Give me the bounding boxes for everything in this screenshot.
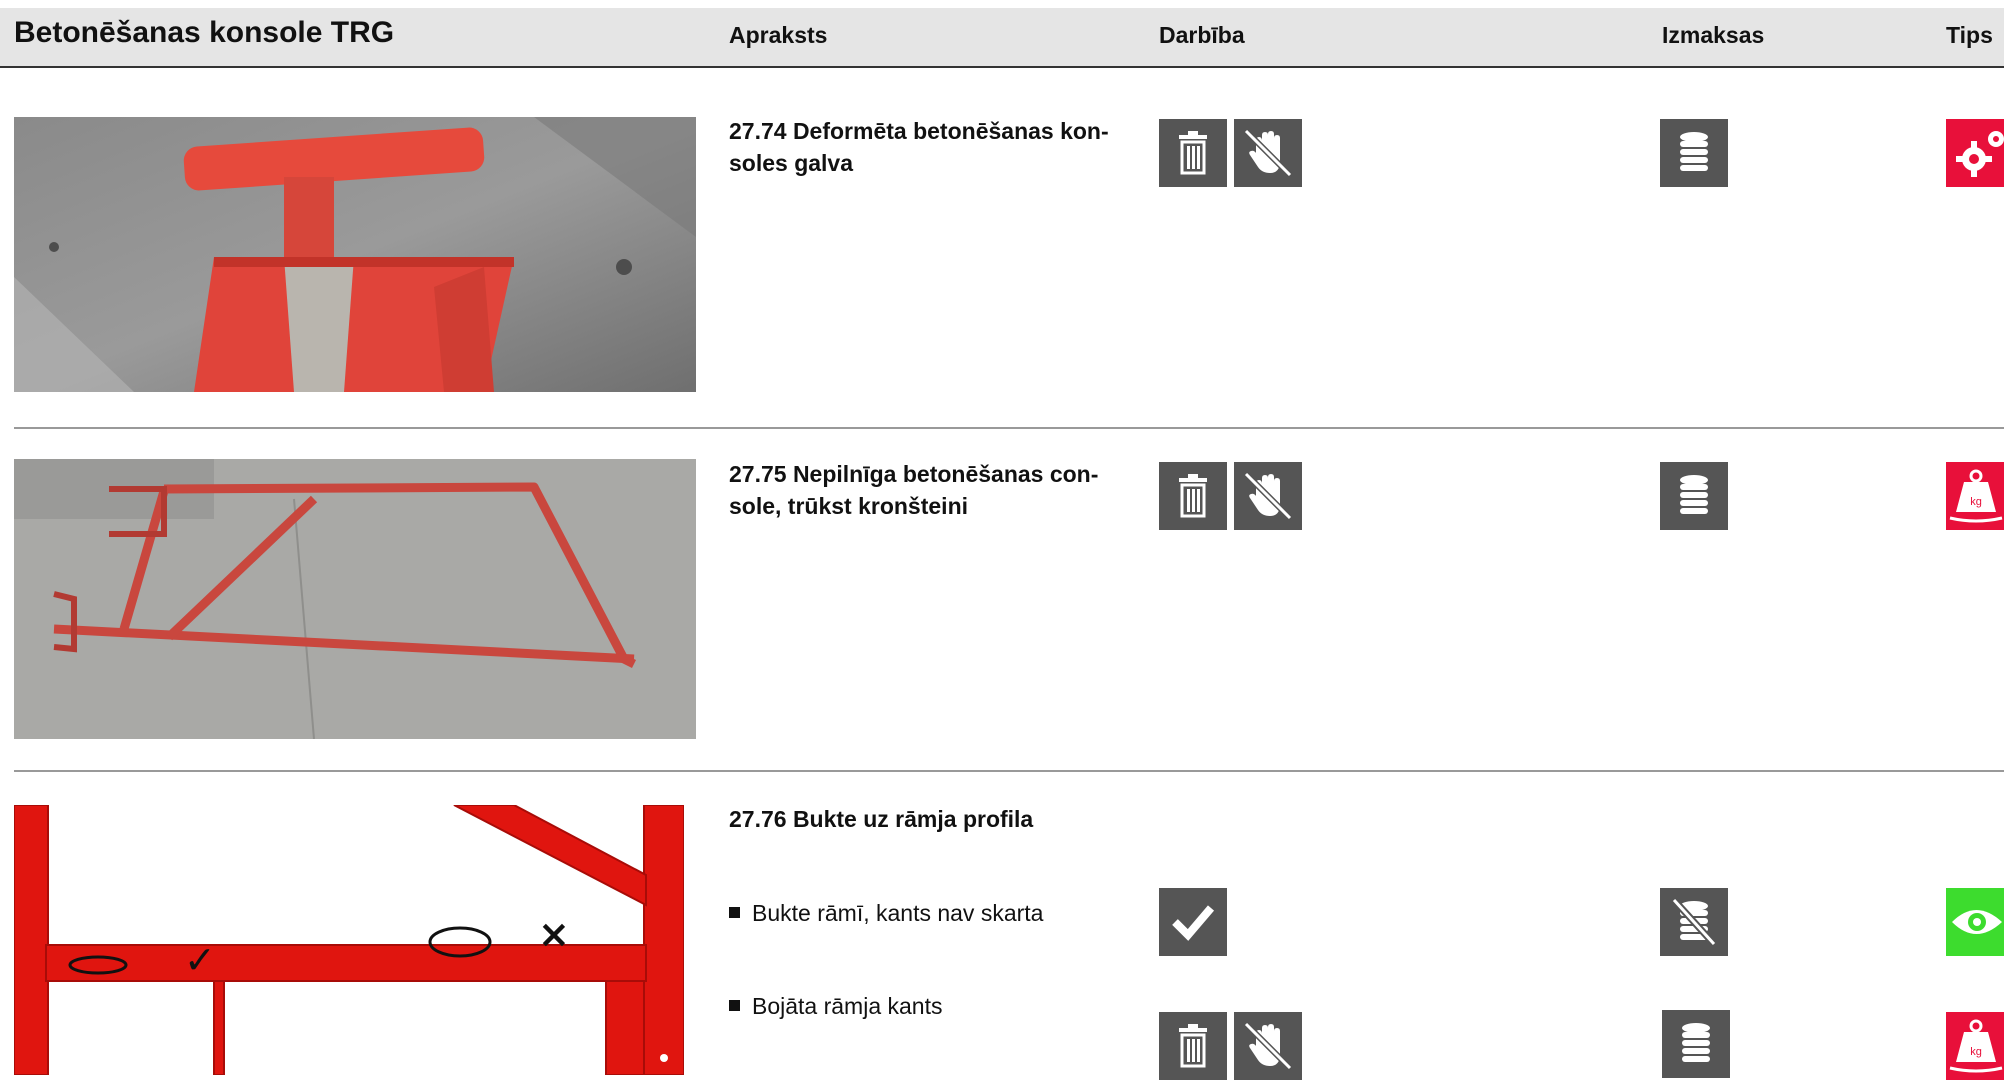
eye-icon — [1946, 888, 2004, 956]
description-line: sole, trūkst kronšteini — [729, 493, 969, 519]
row-description: 27.76 Bukte uz rāmja profila — [729, 806, 1034, 832]
column-header-cost: Izmaksas — [1662, 22, 1765, 48]
column-header-description: Apraksts — [729, 22, 828, 48]
description-line: 27.75 Nepilnīga betonēšanas con- — [729, 461, 1099, 487]
coins-icon — [1660, 462, 1728, 530]
no-hand-icon[interactable] — [1234, 1012, 1302, 1080]
coins-icon — [1662, 1010, 1730, 1078]
description-line: 27.74 Deformēta betonēšanas kon- — [729, 118, 1109, 144]
bullet-square — [729, 1000, 740, 1011]
column-header-tip: Tips — [1946, 22, 1993, 48]
weight-icon: kg — [1946, 462, 2004, 530]
list-item-label: Bojāta rāmja kants — [752, 993, 943, 1019]
photo-deformed-console-head — [14, 117, 696, 392]
photo-incomplete-console — [14, 459, 696, 739]
row-divider — [14, 427, 2004, 429]
trash-icon[interactable] — [1159, 462, 1227, 530]
trash-icon[interactable] — [1159, 1012, 1227, 1080]
list-item: Bojāta rāmja kants — [729, 990, 942, 1022]
page-title: Betonēšanas konsole TRG — [14, 16, 395, 49]
list-item: Bukte rāmī, kants nav skarta — [729, 897, 1043, 929]
check-icon[interactable] — [1159, 888, 1227, 956]
good-mark: ✓ — [184, 938, 216, 982]
no-coins-icon — [1660, 888, 1728, 956]
bullet-square — [729, 907, 740, 918]
row-description: 27.75 Nepilnīga betonēšanas con- sole, t… — [729, 458, 1129, 522]
diagram-frame-profile: ✓ × — [14, 805, 684, 1075]
description-line: soles galva — [729, 150, 854, 176]
no-hand-icon[interactable] — [1234, 462, 1302, 530]
row-description: 27.74 Deformēta betonēšanas kon- soles g… — [729, 115, 1129, 179]
no-hand-icon[interactable] — [1234, 119, 1302, 187]
trash-icon[interactable] — [1159, 119, 1227, 187]
svg-text:kg: kg — [1970, 496, 1982, 508]
bad-mark: × — [538, 912, 570, 956]
row-divider — [14, 770, 2004, 772]
coins-icon — [1660, 119, 1728, 187]
weight-icon: kg — [1946, 1012, 2004, 1080]
svg-text:kg: kg — [1970, 1046, 1982, 1058]
column-header-action: Darbība — [1159, 22, 1245, 48]
gears-icon — [1946, 119, 2004, 187]
list-item-label: Bukte rāmī, kants nav skarta — [752, 900, 1044, 926]
table-header: Betonēšanas konsole TRG Apraksts Darbība… — [0, 8, 2004, 68]
